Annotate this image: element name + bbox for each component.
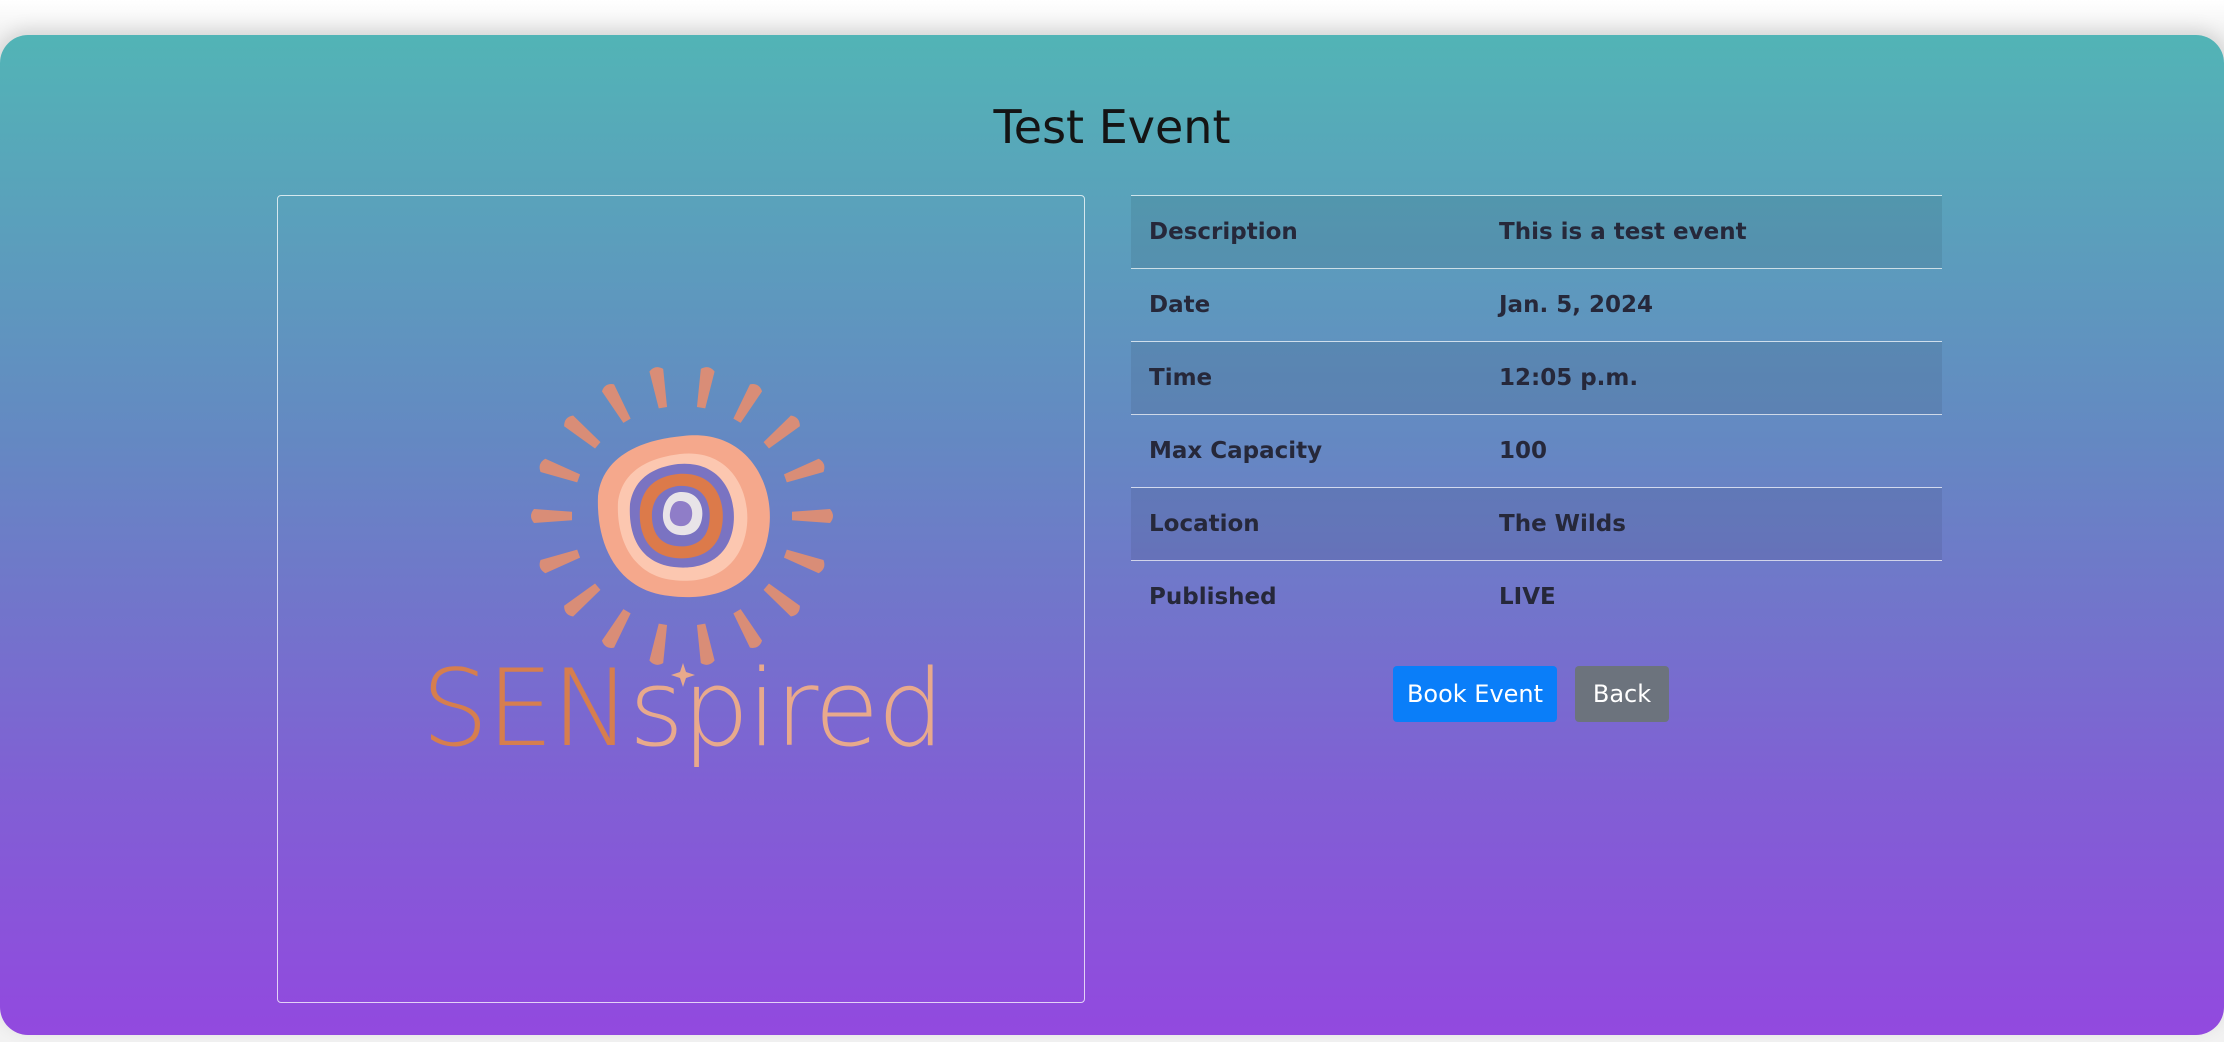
sun-ray: [783, 458, 825, 483]
detail-value: 12:05 p.m.: [1499, 365, 1639, 391]
detail-value: The Wilds: [1499, 511, 1626, 537]
sun-ray: [539, 458, 581, 483]
detail-value: LIVE: [1499, 584, 1556, 611]
detail-label: Description: [1149, 219, 1298, 245]
detail-row: Description This is a test event: [1131, 195, 1942, 269]
book-event-button[interactable]: Book Event: [1393, 666, 1557, 722]
sun-ray: [792, 509, 833, 523]
detail-row: Date Jan. 5, 2024: [1131, 268, 1942, 342]
sun-ray: [539, 549, 581, 574]
detail-value: 100: [1499, 438, 1548, 464]
detail-label: Location: [1149, 511, 1260, 537]
sun-ray: [531, 509, 572, 523]
event-card: Test Event SENspired Description This is …: [0, 35, 2224, 1035]
sun-ray: [601, 609, 631, 648]
detail-value: This is a test event: [1499, 219, 1747, 245]
sun-ray: [733, 384, 763, 423]
sun-ray: [763, 583, 800, 617]
sun-ray: [733, 609, 763, 648]
event-image: SENspired: [277, 195, 1085, 1003]
detail-row: Time 12:05 p.m.: [1131, 341, 1942, 415]
detail-label: Published: [1149, 584, 1277, 611]
logo-wordmark: SENspired: [421, 647, 944, 770]
sun-ray: [783, 549, 825, 574]
detail-value: Jan. 5, 2024: [1499, 292, 1653, 318]
page-title: Test Event: [993, 100, 1231, 154]
sun-ray: [696, 367, 715, 409]
back-button[interactable]: Back: [1575, 666, 1669, 722]
sun-ray: [601, 384, 631, 423]
sun-ray: [564, 415, 601, 449]
detail-row: Max Capacity 100: [1131, 414, 1942, 488]
detail-label: Time: [1149, 365, 1213, 391]
sun-logo-icon: [531, 367, 833, 687]
detail-row: Location The Wilds: [1131, 487, 1942, 561]
detail-label: Date: [1149, 292, 1211, 318]
detail-row: Published LIVE: [1131, 560, 1942, 634]
sun-ray: [564, 583, 601, 617]
sun-ray: [649, 367, 668, 409]
event-details-table: Description This is a test event Date Jan. …: [1131, 195, 1942, 634]
detail-label: Max Capacity: [1149, 438, 1323, 464]
sun-ray: [763, 415, 800, 449]
